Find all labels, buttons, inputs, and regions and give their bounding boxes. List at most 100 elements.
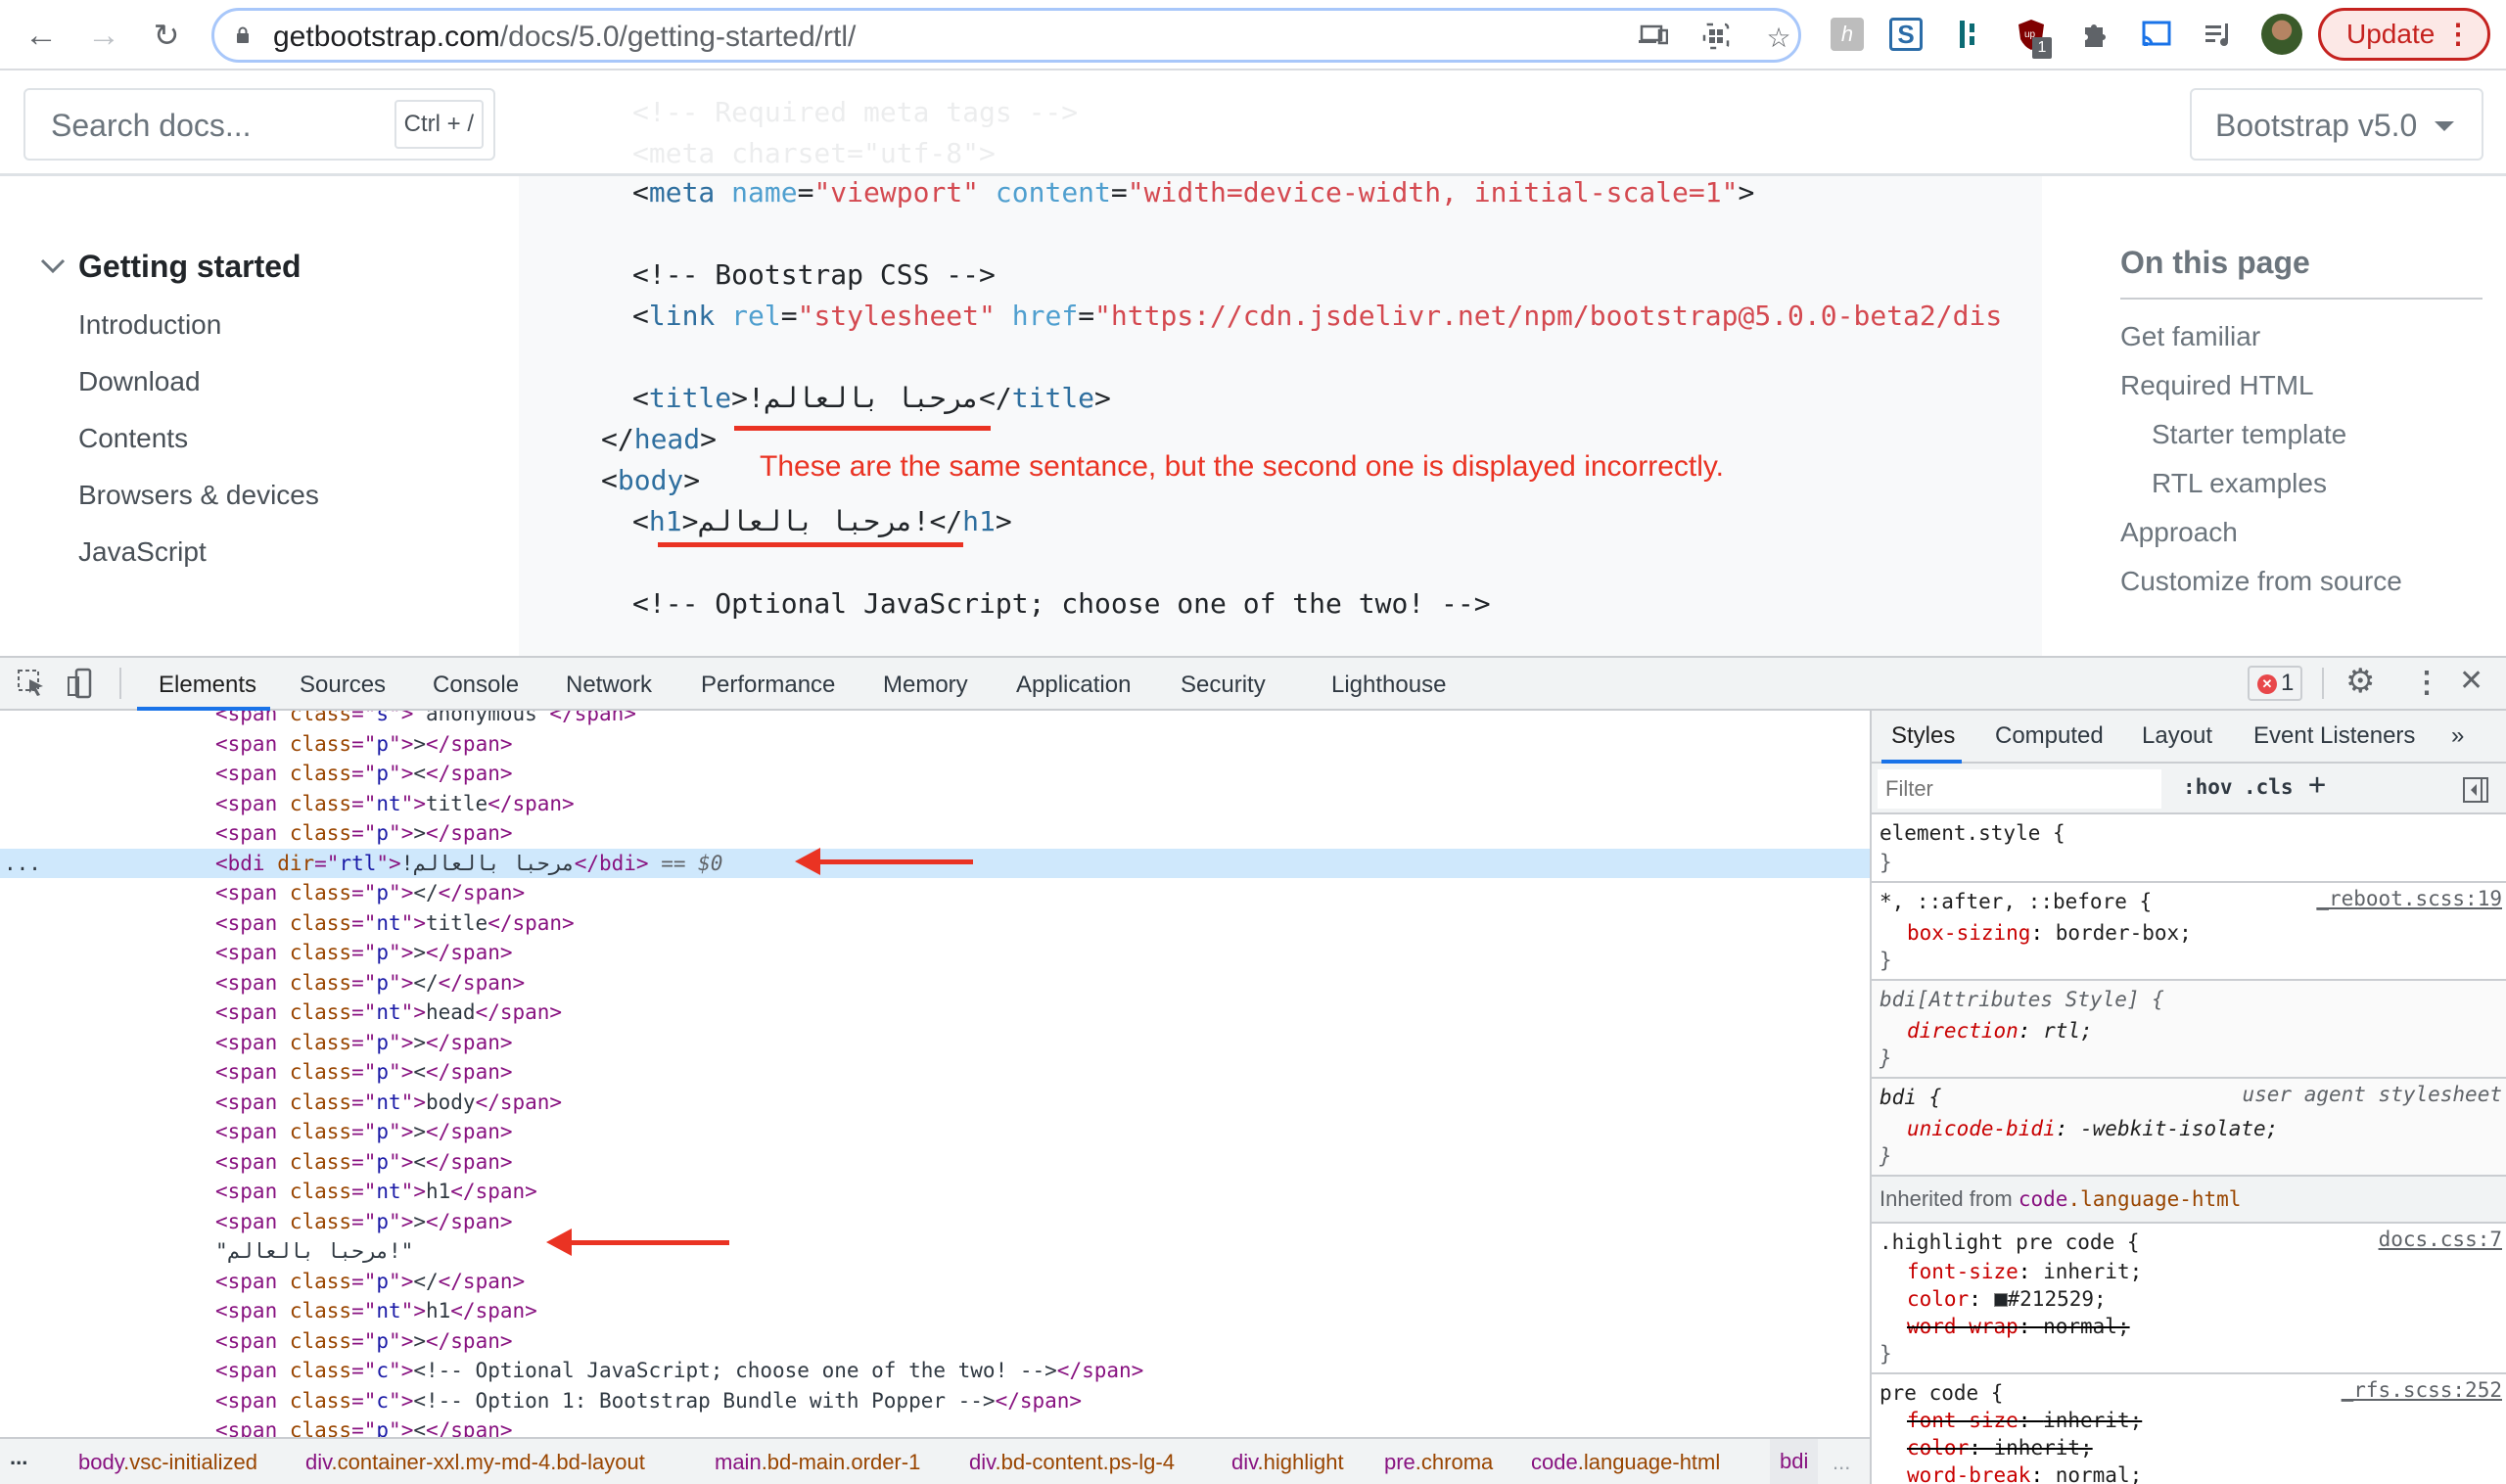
elements-row[interactable]: <span class="nt">title</span>	[0, 908, 1870, 938]
color-swatch[interactable]	[1993, 1293, 2008, 1307]
error-count-badge[interactable]: ✕ 1	[2248, 666, 2302, 701]
breadcrumb-item[interactable]: pre.chroma	[1384, 1450, 1493, 1475]
breadcrumb-overflow-icon[interactable]: ...	[10, 1445, 27, 1470]
rule-source-link[interactable]: _reboot.scss:19	[2316, 887, 2502, 910]
sidebar-link-javascript[interactable]: JavaScript	[78, 536, 207, 568]
honey-extension-icon[interactable]: h	[1831, 18, 1864, 51]
update-button[interactable]: Update ⋮	[2318, 8, 2490, 61]
s-extension-icon[interactable]: S	[1889, 18, 1923, 51]
tab-styles[interactable]: Styles	[1891, 722, 1955, 750]
elements-row[interactable]: <span class="c"><!-- Option 1: Bootstrap…	[0, 1386, 1870, 1415]
elements-row[interactable]: <span class="p">></span>	[0, 1028, 1870, 1057]
profile-avatar[interactable]	[2261, 14, 2302, 55]
ublock-extension-icon[interactable]: up 1	[2015, 18, 2052, 59]
sidebar-link-introduction[interactable]: Introduction	[78, 309, 221, 341]
elements-row[interactable]: <span class="nt">head</span>	[0, 997, 1870, 1027]
elements-row[interactable]: <span class="p"></</span>	[0, 1267, 1870, 1296]
close-devtools-icon[interactable]: ✕	[2459, 664, 2483, 698]
toc-link-required-html[interactable]: Required HTML	[2120, 370, 2314, 401]
toggle-sidebar-icon[interactable]	[2463, 777, 2488, 803]
style-declaration-overridden[interactable]: font-size: inherit;	[1907, 1406, 2142, 1435]
tab-elements[interactable]: Elements	[159, 672, 256, 699]
elements-row[interactable]: <span class="p"><</span>	[0, 1057, 1870, 1087]
elements-row[interactable]: <span class="nt">h1</span>	[0, 1296, 1870, 1325]
new-style-rule-icon[interactable]: +	[2308, 767, 2326, 802]
qr-code-icon[interactable]	[1700, 23, 1732, 54]
hov-toggle[interactable]: :hov	[2183, 775, 2233, 799]
tab-security[interactable]: Security	[1181, 672, 1266, 699]
cls-toggle[interactable]: .cls	[2244, 775, 2294, 799]
device-toolbar-icon[interactable]	[67, 668, 98, 699]
elements-row[interactable]: <span class="p"></</span>	[0, 968, 1870, 997]
row-actions-icon[interactable]: ...	[4, 849, 41, 878]
tab-console[interactable]: Console	[433, 672, 519, 699]
rule-source-link[interactable]: docs.css:7	[2379, 1228, 2502, 1251]
toc-link-rtl-examples[interactable]: RTL examples	[2152, 468, 2327, 499]
breadcrumb-item[interactable]: div.container-xxl.my-md-4.bd-layout	[305, 1450, 645, 1475]
breadcrumb-item[interactable]: div.bd-content.ps-lg-4	[969, 1450, 1175, 1475]
media-queue-icon[interactable]	[2203, 18, 2236, 51]
style-declaration[interactable]: word-break: normal;	[1907, 1461, 2142, 1484]
elements-row[interactable]: <span class="s"> anonymous </span>	[0, 711, 1870, 728]
toc-link-starter-template[interactable]: Starter template	[2152, 419, 2346, 450]
more-options-icon[interactable]: ⋮	[2412, 666, 2441, 700]
toc-link-get-familiar[interactable]: Get familiar	[2120, 321, 2260, 352]
chrome-menu-icon[interactable]: ⋮	[2444, 11, 2472, 58]
elements-row[interactable]: <span class="p"></</span>	[0, 878, 1870, 907]
inspect-element-icon[interactable]	[16, 668, 47, 699]
cast-icon[interactable]	[2140, 18, 2173, 51]
inherited-element-link[interactable]: code.language-html	[2019, 1187, 2242, 1211]
install-app-icon[interactable]	[1638, 23, 1669, 54]
sidebar-link-contents[interactable]: Contents	[78, 423, 188, 454]
elements-row[interactable]: <span class="p">></span>	[0, 729, 1870, 759]
elements-row[interactable]: <span class="p">></span>	[0, 1117, 1870, 1146]
extensions-puzzle-icon[interactable]	[2077, 18, 2111, 51]
breadcrumb-item[interactable]: code.language-html	[1531, 1450, 1720, 1475]
elements-row[interactable]: <span class="p">></span>	[0, 1207, 1870, 1236]
tab-application[interactable]: Application	[1016, 672, 1131, 699]
tab-lighthouse[interactable]: Lighthouse	[1331, 672, 1446, 699]
sidebar-link-download[interactable]: Download	[78, 366, 201, 397]
breadcrumb-item[interactable]: main.bd-main.order-1	[715, 1450, 920, 1475]
elements-row[interactable]: <span class="p">></span>	[0, 818, 1870, 848]
tab-performance[interactable]: Performance	[701, 672, 835, 699]
style-declaration-overridden[interactable]: color: inherit;	[1907, 1433, 2093, 1462]
chevron-down-icon[interactable]	[39, 256, 67, 276]
elements-row[interactable]: <span class="p">></span>	[0, 938, 1870, 967]
version-dropdown[interactable]: Bootstrap v5.0	[2190, 88, 2483, 161]
elements-row[interactable]: "مرحبا بالعالم!"	[0, 1236, 1870, 1266]
address-bar[interactable]: getbootstrap.com/docs/5.0/getting-starte…	[211, 8, 1801, 63]
forward-icon[interactable]: →	[84, 16, 123, 55]
breadcrumb-item[interactable]: body.vsc-initialized	[78, 1450, 257, 1475]
tab-network[interactable]: Network	[566, 672, 652, 699]
tab-layout[interactable]: Layout	[2142, 722, 2212, 750]
back-icon[interactable]: ←	[22, 16, 61, 55]
bookmark-star-icon[interactable]: ☆	[1763, 23, 1794, 54]
elements-row[interactable]: <span class="nt">body</span>	[0, 1088, 1870, 1117]
styles-filter-input[interactable]	[1878, 769, 2161, 809]
tab-sources[interactable]: Sources	[300, 672, 386, 699]
elements-row[interactable]: <span class="nt">h1</span>	[0, 1177, 1870, 1206]
elements-row[interactable]: <span class="p"><</span>	[0, 759, 1870, 788]
rule-source-link[interactable]: _rfs.scss:252	[2342, 1378, 2502, 1402]
elements-row[interactable]: <span class="p"><</span>	[0, 1147, 1870, 1177]
elements-row[interactable]: <span class="p">></span>	[0, 1326, 1870, 1356]
style-declaration-overridden[interactable]: word-wrap: normal;	[1907, 1312, 2130, 1341]
style-declaration[interactable]: font-size: inherit;	[1907, 1257, 2142, 1286]
tab-extension-icon[interactable]	[1952, 18, 1985, 51]
breadcrumb-item[interactable]: bdi	[1770, 1439, 1819, 1484]
elements-row[interactable]: <span class="nt">title</span>	[0, 789, 1870, 818]
toc-link-customize-from-source[interactable]: Customize from source	[2120, 566, 2402, 597]
elements-row[interactable]: <span class="p"><</span>	[0, 1415, 1870, 1437]
sidebar-link-browsers-devices[interactable]: Browsers & devices	[78, 480, 319, 511]
sidebar-section-getting-started[interactable]: Getting started	[78, 249, 302, 285]
breadcrumb-scroll-right-icon[interactable]: ...	[1833, 1450, 1850, 1475]
tab-memory[interactable]: Memory	[883, 672, 968, 699]
breadcrumb-item[interactable]: div.highlight	[1231, 1450, 1344, 1475]
tab-computed[interactable]: Computed	[1995, 722, 2104, 750]
search-docs-input[interactable]: Search docs... Ctrl + /	[23, 88, 495, 161]
style-declaration[interactable]: color: #212529;	[1907, 1284, 2107, 1314]
reload-icon[interactable]: ↻	[147, 16, 186, 55]
toc-link-approach[interactable]: Approach	[2120, 517, 2238, 548]
more-tabs-chevron-icon[interactable]: »	[2451, 722, 2464, 750]
